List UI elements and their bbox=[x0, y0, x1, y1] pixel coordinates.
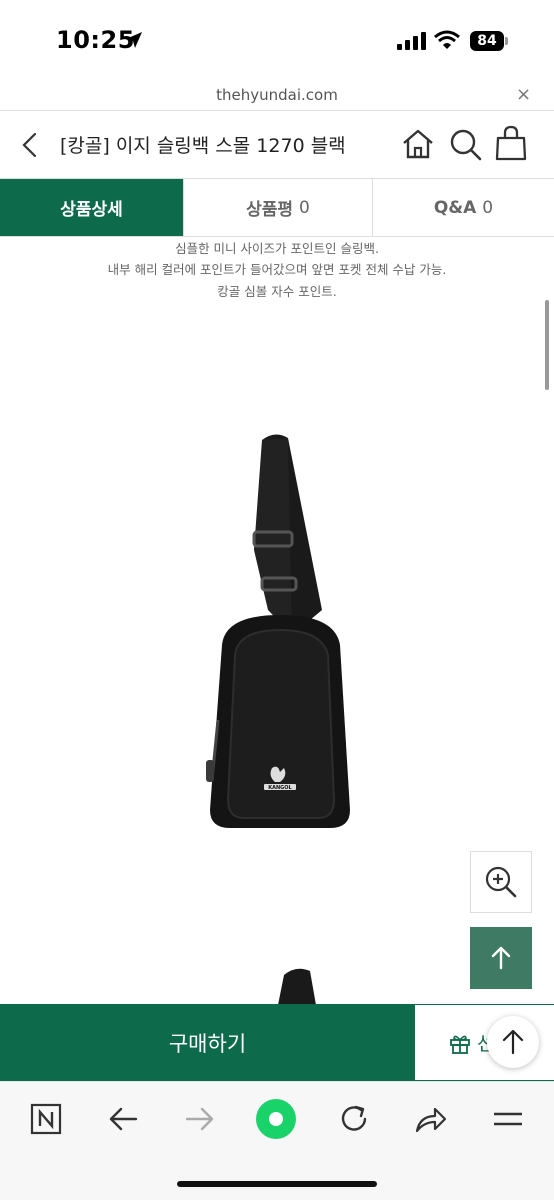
forward-arrow-icon bbox=[185, 1107, 214, 1131]
zoom-in-icon bbox=[485, 866, 517, 898]
back-arrow-icon bbox=[109, 1107, 138, 1131]
search-icon[interactable] bbox=[447, 126, 483, 162]
menu-button[interactable] bbox=[490, 1101, 526, 1137]
tab-reviews[interactable]: 상품평 0 bbox=[183, 179, 372, 236]
arrow-up-icon bbox=[491, 946, 511, 970]
tab-qna-label: Q&A bbox=[433, 197, 477, 218]
location-arrow-icon bbox=[126, 32, 142, 48]
reload-button[interactable] bbox=[336, 1101, 372, 1137]
buy-button[interactable]: 구매하기 bbox=[0, 1004, 415, 1081]
gift-icon bbox=[450, 1035, 470, 1054]
tab-qna-count: 0 bbox=[482, 197, 494, 218]
buy-button-label: 구매하기 bbox=[168, 1031, 247, 1056]
floating-top-button[interactable] bbox=[487, 1016, 539, 1068]
naver-n-icon bbox=[30, 1103, 62, 1135]
share-icon bbox=[415, 1107, 447, 1133]
description-line: 캉골 심볼 자수 포인트. bbox=[217, 284, 337, 299]
arrow-up-icon bbox=[502, 1029, 524, 1055]
menu-icon bbox=[494, 1112, 522, 1126]
share-button[interactable] bbox=[413, 1101, 449, 1137]
description-line: 심플한 미니 사이즈가 포인트인 슬링백. bbox=[175, 241, 379, 256]
tab-detail[interactable]: 상품상세 bbox=[0, 179, 183, 236]
zoom-button[interactable] bbox=[470, 851, 532, 913]
home-indicator[interactable] bbox=[177, 1181, 377, 1187]
reload-icon bbox=[341, 1105, 367, 1131]
home-icon[interactable] bbox=[400, 126, 436, 162]
tab-reviews-count: 0 bbox=[299, 197, 310, 218]
product-tabs: 상품상세 상품평 0 Q&A 0 bbox=[0, 178, 554, 237]
battery-tip bbox=[505, 37, 508, 45]
green-home-button[interactable] bbox=[254, 1097, 298, 1141]
green-dot-icon bbox=[256, 1099, 296, 1139]
page-scrollbar[interactable] bbox=[545, 300, 549, 390]
tab-detail-label: 상품상세 bbox=[60, 200, 123, 220]
forward-button[interactable] bbox=[182, 1101, 218, 1137]
battery-icon: 84 bbox=[470, 31, 504, 51]
naver-n-button[interactable] bbox=[28, 1101, 64, 1137]
shopping-bag-icon[interactable] bbox=[494, 124, 528, 162]
back-button[interactable] bbox=[105, 1101, 141, 1137]
close-icon[interactable]: × bbox=[516, 84, 531, 105]
description-line: 내부 해리 컬러에 포인트가 들어갔으며 앞면 포켓 전체 수납 가능. bbox=[107, 262, 447, 277]
wifi-icon bbox=[434, 30, 460, 49]
product-title: [캉골] 이지 슬링백 스몰 1270 블랙 bbox=[60, 135, 346, 157]
product-image-2 bbox=[278, 968, 316, 1005]
product-image: KANGOL bbox=[206, 434, 350, 828]
scroll-top-button[interactable] bbox=[470, 927, 532, 989]
signal-icon bbox=[397, 32, 426, 50]
bag-logo-text: KANGOL bbox=[268, 785, 292, 791]
tab-qna[interactable]: Q&A 0 bbox=[372, 179, 554, 236]
url-text[interactable]: thehyundai.com bbox=[0, 86, 554, 104]
back-chevron-icon[interactable] bbox=[20, 131, 40, 159]
tab-reviews-label: 상품평 bbox=[246, 200, 294, 220]
